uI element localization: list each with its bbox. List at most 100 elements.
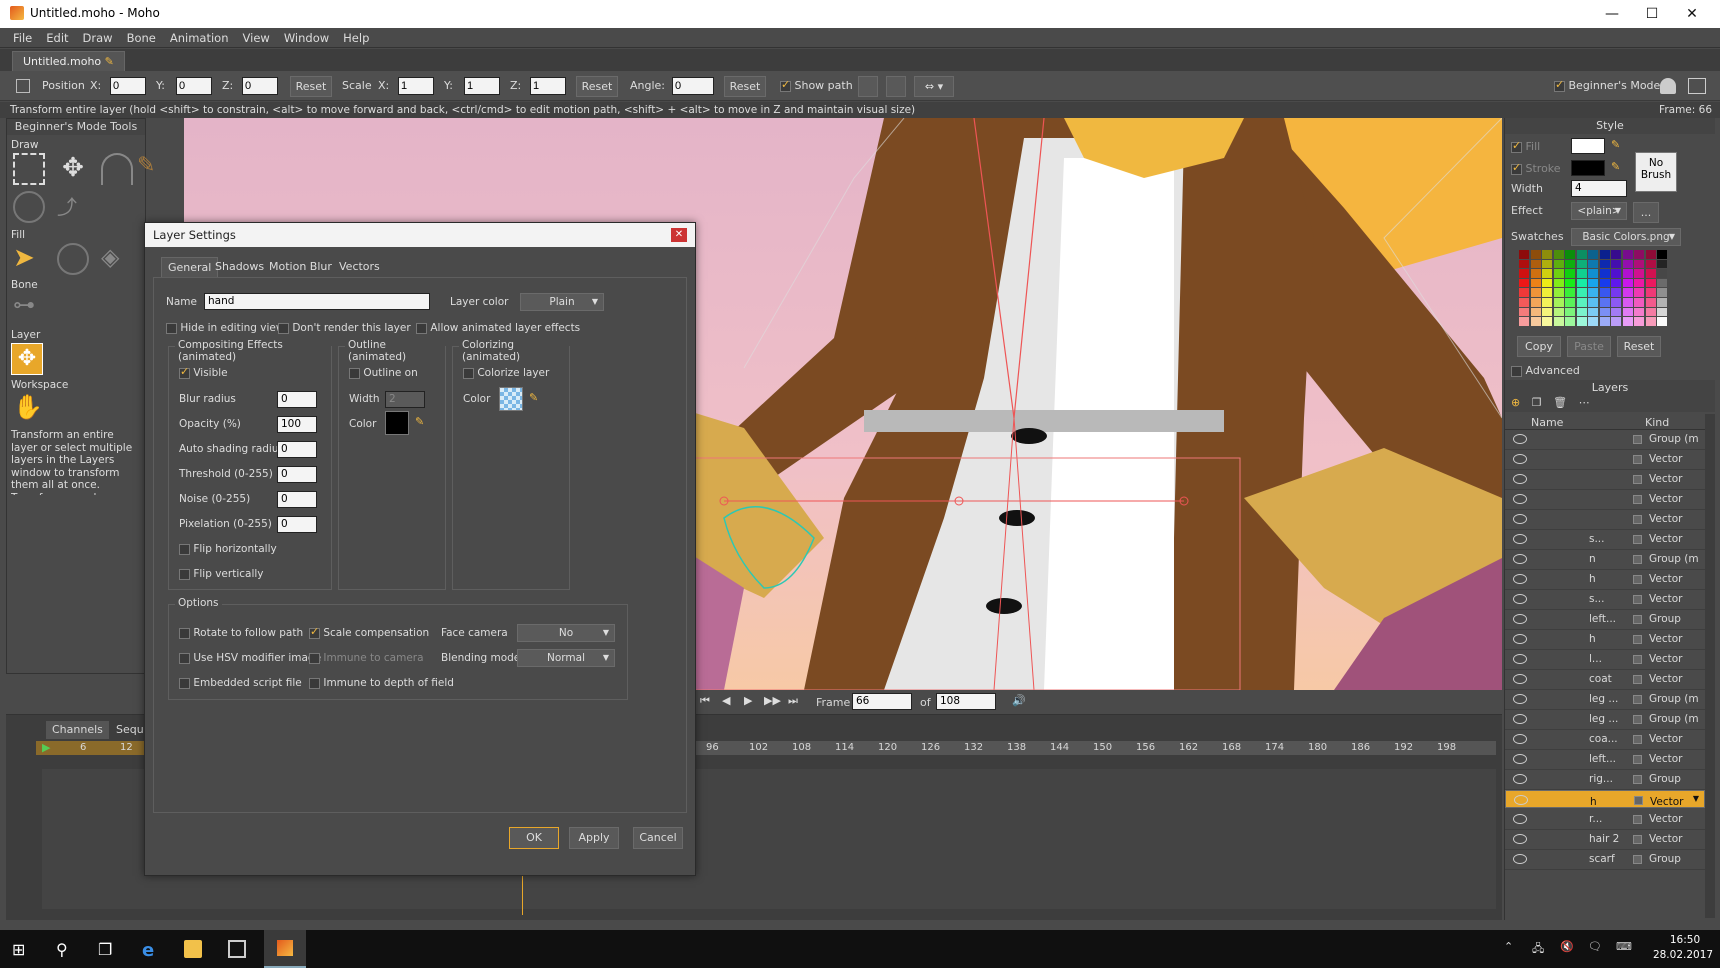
color-swatch[interactable] — [1622, 317, 1633, 326]
volume-icon[interactable]: 🔊 — [1012, 694, 1026, 707]
color-swatch[interactable] — [1530, 298, 1541, 307]
layers-scrollbar[interactable] — [1705, 414, 1715, 918]
color-swatch[interactable] — [1657, 269, 1667, 278]
fill-picker-icon[interactable]: ✎ — [1611, 138, 1620, 151]
visibility-eye-icon[interactable] — [1513, 674, 1527, 684]
minimize-button[interactable]: — — [1592, 2, 1632, 26]
color-swatch[interactable] — [1611, 317, 1621, 326]
color-swatch[interactable] — [1565, 298, 1575, 307]
store-icon[interactable] — [228, 940, 246, 958]
menu-view[interactable]: View — [236, 28, 277, 48]
network-icon[interactable]: 🖧 — [1532, 940, 1544, 959]
color-swatch[interactable] — [1599, 269, 1610, 278]
layer-row[interactable]: scarf Group — [1505, 850, 1705, 870]
curve-tool-icon[interactable] — [101, 153, 133, 185]
paste-style-button[interactable]: Paste — [1567, 336, 1611, 357]
color-swatch[interactable] — [1634, 278, 1644, 288]
color-swatch[interactable] — [1622, 259, 1633, 269]
color-swatch[interactable] — [1588, 298, 1598, 307]
stroke-color-swatch[interactable] — [1571, 160, 1605, 176]
apply-button[interactable]: Apply — [569, 827, 619, 849]
visibility-eye-icon[interactable] — [1513, 454, 1527, 464]
visibility-eye-icon[interactable] — [1513, 514, 1527, 524]
reset-position-button[interactable]: Reset — [290, 76, 332, 97]
color-swatch[interactable] — [1599, 298, 1610, 307]
show-path-toggle[interactable]: Show path — [780, 78, 853, 92]
color-swatch[interactable] — [1634, 307, 1644, 317]
face-camera-select[interactable]: No — [517, 624, 615, 642]
color-swatch[interactable] — [1634, 298, 1644, 307]
visibility-eye-icon[interactable] — [1513, 594, 1527, 604]
bone-tool-icon[interactable]: ⊶ — [13, 293, 45, 325]
layer-row[interactable]: Vector — [1505, 510, 1705, 530]
scale-x-input[interactable] — [398, 77, 434, 95]
speaker-icon[interactable]: 🔇 — [1560, 940, 1574, 953]
threshold-input[interactable]: 0 — [277, 466, 317, 483]
color-swatch[interactable] — [1576, 269, 1587, 278]
color-swatch[interactable] — [1542, 288, 1552, 297]
tab-channels[interactable]: Channels — [46, 721, 109, 739]
show-path-checkbox[interactable] — [780, 78, 791, 92]
color-swatch[interactable] — [1611, 307, 1621, 317]
color-swatch[interactable] — [1588, 269, 1598, 278]
color-swatch[interactable] — [1611, 278, 1621, 288]
color-swatch[interactable] — [1611, 269, 1621, 278]
flip-horizontally-toggle[interactable]: Flip horizontally — [179, 543, 277, 555]
outline-color-picker-icon[interactable]: ✎ — [415, 415, 424, 428]
swatch-grid[interactable] — [1519, 250, 1669, 328]
tray-chevron-icon[interactable]: ⌃ — [1504, 940, 1513, 953]
advanced-toggle[interactable]: Advanced — [1511, 364, 1580, 377]
layer-row[interactable]: l... Vector — [1505, 650, 1705, 670]
layer-row[interactable]: n Group (m — [1505, 550, 1705, 570]
layer-row[interactable]: leg ... Group (m — [1505, 710, 1705, 730]
color-swatch[interactable] — [1599, 250, 1610, 259]
layer-row[interactable]: h Vector — [1505, 790, 1705, 808]
end-icon[interactable]: ⏭ — [788, 694, 798, 708]
color-swatch[interactable] — [1657, 250, 1667, 259]
transform-layer-tool-icon[interactable]: ✥ — [11, 343, 43, 375]
layer-row[interactable]: Group (m — [1505, 430, 1705, 450]
fill-color-swatch[interactable] — [1571, 138, 1605, 154]
step-forward-icon[interactable]: ▶▶ — [764, 694, 781, 707]
layer-row[interactable]: leg ... Group (m — [1505, 690, 1705, 710]
color-swatch[interactable] — [1565, 317, 1575, 326]
menu-animation[interactable]: Animation — [163, 28, 236, 48]
beginners-mode-toggle[interactable]: Beginner's Mode — [1554, 78, 1660, 92]
pixelation-input[interactable]: 0 — [277, 516, 317, 533]
color-swatch[interactable] — [1553, 288, 1564, 297]
menu-draw[interactable]: Draw — [76, 28, 120, 48]
color-swatch[interactable] — [1542, 259, 1552, 269]
color-swatch[interactable] — [1542, 307, 1552, 317]
delete-edge-tool-icon[interactable]: ⤴ — [57, 191, 89, 223]
color-swatch[interactable] — [1657, 298, 1667, 307]
fill-checkbox[interactable]: Fill — [1511, 139, 1540, 153]
layer-row[interactable]: coa... Vector — [1505, 730, 1705, 750]
color-swatch[interactable] — [1519, 269, 1529, 278]
color-swatch[interactable] — [1553, 298, 1564, 307]
color-swatch[interactable] — [1553, 278, 1564, 288]
freehand-tool-icon[interactable]: ✎ — [137, 153, 169, 185]
color-swatch[interactable] — [1657, 307, 1667, 317]
color-swatch[interactable] — [1530, 317, 1541, 326]
color-swatch[interactable] — [1530, 259, 1541, 269]
menu-file[interactable]: File — [6, 28, 39, 48]
color-swatch[interactable] — [1599, 288, 1610, 297]
color-swatch[interactable] — [1553, 269, 1564, 278]
copy-style-button[interactable]: Copy — [1517, 336, 1561, 357]
scale-z-input[interactable] — [530, 77, 566, 95]
maximize-button[interactable]: ☐ — [1632, 2, 1672, 26]
file-explorer-icon[interactable] — [184, 940, 202, 958]
layer-options-icon[interactable]: ⋯ — [1579, 396, 1590, 409]
reset-style-button[interactable]: Reset — [1617, 336, 1661, 357]
tab-motion-blur[interactable]: Motion Blur — [263, 257, 338, 277]
paint-bucket-tool-icon[interactable]: ◈ — [101, 243, 133, 275]
color-swatch[interactable] — [1553, 259, 1564, 269]
visibility-eye-icon[interactable] — [1513, 634, 1527, 644]
color-swatch[interactable] — [1519, 259, 1529, 269]
color-swatch[interactable] — [1519, 288, 1529, 297]
visibility-eye-icon[interactable] — [1513, 694, 1527, 704]
layer-row[interactable]: r... Vector — [1505, 810, 1705, 830]
layer-row[interactable]: s... Vector — [1505, 590, 1705, 610]
task-view-icon[interactable]: ❐ — [98, 940, 116, 959]
colorize-color-swatch[interactable] — [499, 387, 523, 411]
